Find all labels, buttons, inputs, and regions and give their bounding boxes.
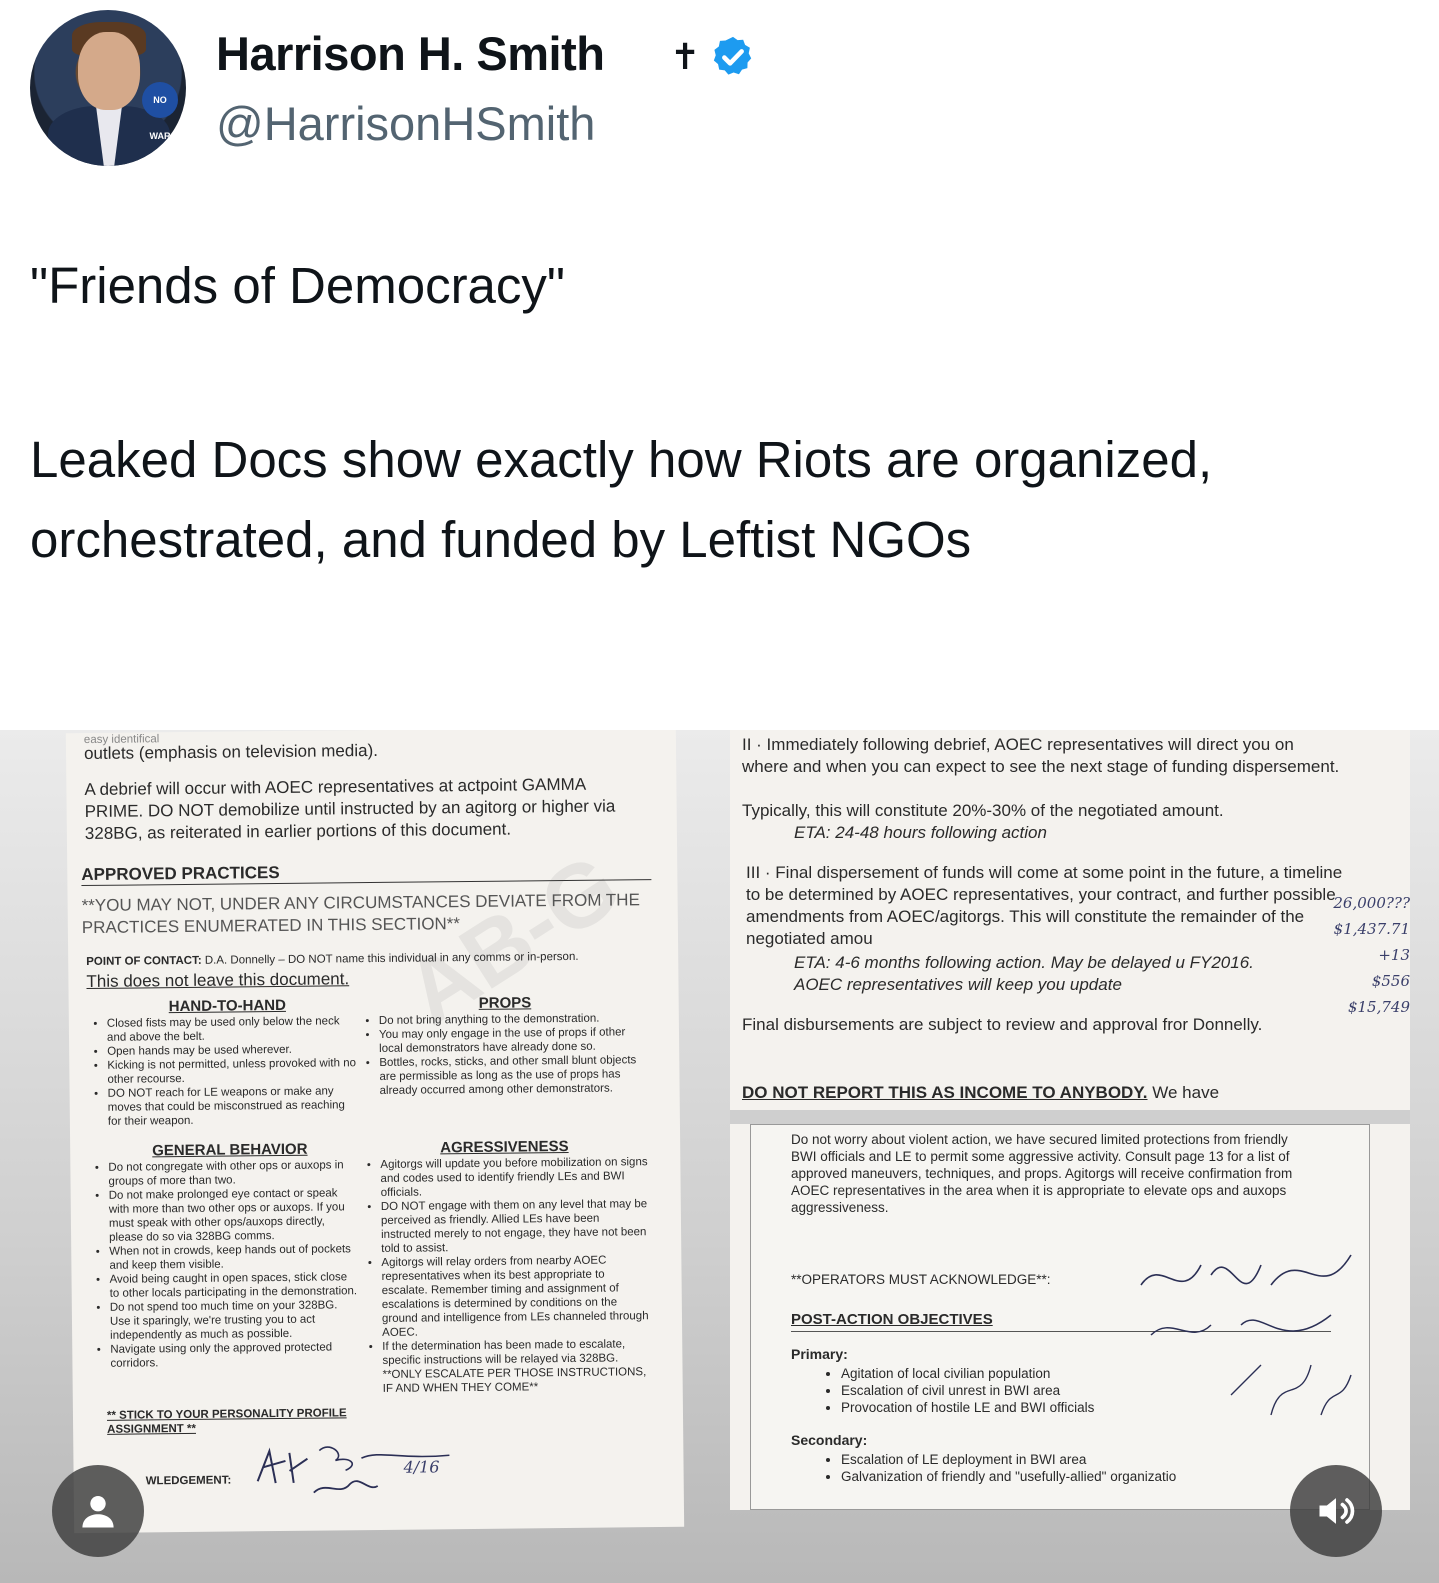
amount-note: +13 <box>1378 946 1410 964</box>
amount-note: $556 <box>1371 972 1410 990</box>
speaker-icon <box>1319 1498 1355 1524</box>
list-item: Do not congregate with other ops or auxo… <box>108 1158 358 1189</box>
amount-note: $1,437.71 <box>1333 920 1410 938</box>
doc-props-list: Do not bring anything to the demonstrati… <box>369 1011 650 1098</box>
document-page-right: II · Immediately following debrief, AOEC… <box>730 730 1410 1510</box>
list-item: Navigate using only the approved protect… <box>110 1340 360 1371</box>
list-item: Kicking is not permitted, unless provoke… <box>107 1056 357 1087</box>
doc-ack-label: WLEDGEMENT: <box>145 1474 232 1488</box>
list-item: You may only engage in the use of props … <box>379 1025 649 1056</box>
doc-item2: II · Immediately following debrief, AOEC… <box>742 735 1340 776</box>
doc-objectives-heading: POST-ACTION OBJECTIVES <box>791 1311 993 1328</box>
verified-badge-icon <box>713 36 752 75</box>
doc-general-list: Do not congregate with other ops or auxo… <box>98 1158 360 1371</box>
post-media-image[interactable]: AB-G easy identifical outlets (emphasis … <box>0 730 1439 1583</box>
post-header: NO WAR Harrison H. Smith ✝ @HarrisonHSmi… <box>30 10 930 170</box>
doc-income-tail: We have <box>1152 1083 1220 1102</box>
doc-heading-hand: HAND-TO-HAND <box>168 996 286 1016</box>
doc-secondary-label: Secondary: <box>791 1432 868 1448</box>
doc-acknowledge: **OPERATORS MUST ACKNOWLEDGE**: <box>791 1272 1051 1287</box>
list-item: Galvanization of friendly and "usefully-… <box>841 1468 1321 1485</box>
profile-button[interactable] <box>52 1465 144 1557</box>
doc-item3-eta: ETA: 4-6 months following action. May be… <box>794 953 1254 994</box>
amount-note: $15,749 <box>1347 998 1410 1016</box>
handwritten-signatures-image <box>1140 1254 1352 1416</box>
document-page-left: AB-G easy identifical outlets (emphasis … <box>65 730 685 1534</box>
list-item: Do not spend too much time on your 328BG… <box>110 1298 360 1343</box>
doc-contact-note: This does not leave this document. <box>86 969 350 992</box>
post-title: "Friends of Democracy" <box>30 257 566 314</box>
user-handle[interactable]: @HarrisonHSmith <box>216 96 595 151</box>
sound-toggle-button[interactable] <box>1290 1465 1382 1557</box>
list-item: DO NOT reach for LE weapons or make any … <box>108 1084 358 1129</box>
person-icon <box>82 1495 114 1528</box>
avatar[interactable]: NO WAR <box>30 10 186 166</box>
list-item: Bottles, rocks, sticks, and other small … <box>379 1053 649 1098</box>
list-item: Do not make prolonged eye contact or spe… <box>109 1186 360 1245</box>
doc-heading-general: GENERAL BEHAVIOR <box>152 1140 308 1160</box>
doc-debrief: A debrief will occur with AOEC represent… <box>84 774 616 844</box>
doc-contact-label: POINT OF CONTACT: <box>86 954 202 969</box>
post-body: Leaked Docs show exactly how Riots are o… <box>30 431 1213 568</box>
doc-line: outlets (emphasis on television media). <box>83 740 379 764</box>
cross-icon: ✝ <box>670 36 701 77</box>
list-item: DO NOT engage with them on any level tha… <box>381 1197 652 1256</box>
doc-item2-eta: ETA: 24-48 hours following action <box>794 823 1047 842</box>
signature-date: 4/16 <box>403 1457 440 1477</box>
list-item: Closed fists may be used only below the … <box>107 1014 357 1045</box>
doc-secondary-list: Escalation of LE deployment in BWI area … <box>841 1451 1321 1485</box>
display-name[interactable]: Harrison H. Smith <box>216 26 605 81</box>
avatar-badge: NO WAR <box>142 82 178 141</box>
doc-income-warning: DO NOT REPORT THIS AS INCOME TO ANYBODY. <box>742 1083 1148 1102</box>
list-item: Escalation of LE deployment in BWI area <box>841 1451 1321 1468</box>
list-item: When not in crowds, keep hands out of po… <box>109 1242 359 1273</box>
doc-continuation-page: Do not worry about violent action, we ha… <box>750 1124 1370 1510</box>
doc-warning: **YOU MAY NOT, UNDER ANY CIRCUMSTANCES D… <box>81 890 640 938</box>
doc-heading-aggressiveness: AGRESSIVENESS <box>440 1137 569 1157</box>
signature-image <box>256 1446 450 1494</box>
list-item: If the determination has been made to es… <box>382 1337 653 1396</box>
doc-contact-text: D.A. Donnelly – DO NOT name this individ… <box>204 950 579 967</box>
doc-item2-pct: Typically, this will constitute 20%-30% … <box>742 801 1224 820</box>
handwritten-amounts: 26,000??? $1,437.71 +13 $556 $15,749 <box>1250 890 1410 1020</box>
doc-primary-label: Primary: <box>791 1346 848 1362</box>
doc-heading-props: PROPS <box>478 994 532 1012</box>
doc-heading-approved: APPROVED PRACTICES <box>81 862 280 885</box>
list-item: Avoid being caught in open spaces, stick… <box>109 1270 359 1301</box>
list-item: Agitorgs will relay orders from nearby A… <box>381 1253 652 1340</box>
amount-note: 26,000??? <box>1333 894 1410 912</box>
doc-aggr-list: Agitorgs will update you before mobiliza… <box>370 1155 652 1396</box>
list-item: Agitorgs will update you before mobiliza… <box>380 1155 650 1200</box>
doc-violent: Do not worry about violent action, we ha… <box>791 1132 1293 1215</box>
doc-hand-list: Closed fists may be used only below the … <box>97 1014 358 1129</box>
doc-final: Final disbursements are subject to revie… <box>742 1015 1263 1034</box>
